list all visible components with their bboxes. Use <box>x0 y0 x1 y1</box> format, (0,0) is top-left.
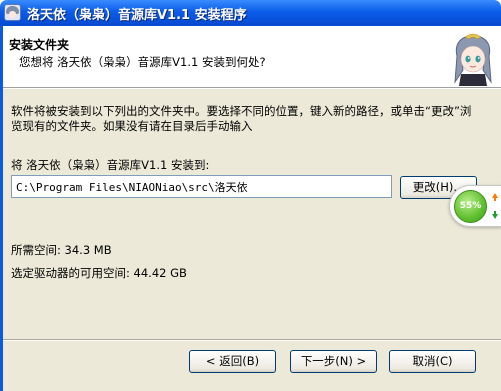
wizard-body: 软件将被安装到以下列出的文件夹中。要选择不同的位置，键入新的路径，或单击“更改”… <box>3 89 501 391</box>
space-required-text: 所需空间: 34.3 MB <box>11 243 112 257</box>
back-button[interactable]: < 返回(B) <box>189 350 276 373</box>
cancel-button[interactable]: 取消(C) <box>389 350 476 373</box>
window-title: 洛天依（枭枭）音源库V1.1 安装程序 <box>27 8 247 23</box>
page-subtitle: 您想将 洛天依（枭枭）音源库V1.1 安装到何处? <box>19 55 266 69</box>
network-monitor-widget[interactable]: 55% <box>449 185 501 227</box>
title-bar[interactable]: 洛天依（枭枭）音源库V1.1 安装程序 <box>0 0 501 26</box>
footer-divider <box>3 339 501 341</box>
mascot-logo <box>454 33 492 86</box>
wizard-header: 安装文件夹 您想将 洛天依（枭枭）音源库V1.1 安装到何处? <box>3 26 501 87</box>
page-title: 安装文件夹 <box>9 38 70 52</box>
next-button[interactable]: 下一步(N) > <box>290 350 377 373</box>
usage-percent-badge: 55% <box>454 190 487 223</box>
destination-path-input[interactable]: C:\Program Files\NIAONiao\src\洛天依 <box>11 175 392 198</box>
destination-label: 将 洛天依（枭枭）音源库V1.1 安装到: <box>11 158 210 172</box>
install-description: 软件将被安装到以下列出的文件夹中。要选择不同的位置，键入新的路径，或单击“更改”… <box>11 104 472 133</box>
app-icon <box>4 4 21 21</box>
download-arrow-icon <box>492 214 498 219</box>
upload-arrow-stem <box>494 198 496 201</box>
space-available-text: 选定驱动器的可用空间: 44.42 GB <box>11 266 187 280</box>
